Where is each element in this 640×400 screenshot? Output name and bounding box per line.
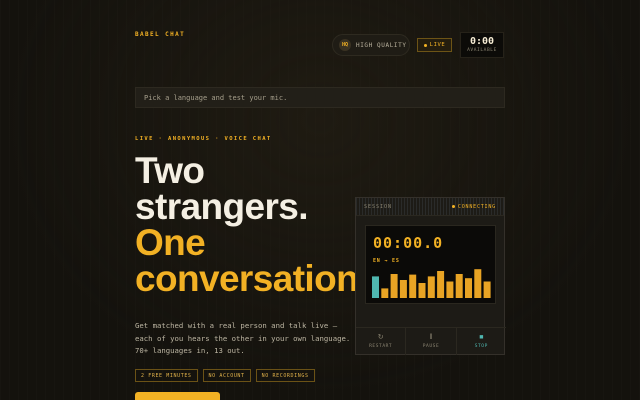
live-dot-icon [423, 43, 427, 47]
start-chat-button[interactable] [135, 392, 220, 400]
session-timer: 00:00.0 [373, 234, 444, 252]
session-controls: ↻ RESTART ‖ PAUSE ■ STOP [356, 327, 506, 355]
meter-bar [427, 276, 435, 298]
meter-bar [446, 281, 454, 298]
status-dot-icon [451, 205, 455, 208]
session-display: 00:00.0 EN → ES [365, 225, 496, 304]
stop-icon: ■ [479, 334, 484, 341]
meter-bar [418, 283, 426, 298]
live-label: LIVE [429, 42, 446, 48]
meter-bar [437, 271, 445, 298]
language-search-input[interactable] [135, 87, 505, 108]
pause-icon: ‖ [429, 334, 433, 341]
free-time-value: 0:00 [469, 36, 495, 47]
meter-bar [399, 280, 407, 298]
meter-bar [409, 274, 417, 298]
audio-level-meter [372, 269, 491, 298]
headline-line-1: Two [135, 153, 205, 191]
stop-button[interactable]: ■ STOP [457, 328, 506, 355]
status-label: CONNECTING [457, 203, 496, 210]
free-time-label: AVAILABLE [467, 48, 497, 53]
language-pair: EN → ES [373, 258, 400, 264]
tag-free-minutes: 2 FREE MINUTES [135, 369, 198, 382]
meter-bar [372, 276, 379, 298]
meter-bar [381, 288, 389, 298]
restart-icon: ↻ [377, 334, 384, 341]
pause-button[interactable]: ‖ PAUSE [406, 328, 457, 355]
session-card: SESSION CONNECTING 00:00.0 EN → ES ↻ RES… [355, 197, 506, 355]
quality-label: HIGH QUALITY [356, 41, 407, 49]
meter-bar [455, 274, 463, 298]
live-badge: LIVE [417, 38, 452, 52]
tag-no-recordings: NO RECORDINGS [255, 369, 315, 382]
quality-toggle[interactable]: HQ HIGH QUALITY [332, 34, 410, 56]
session-header: SESSION CONNECTING [356, 198, 504, 216]
session-title: SESSION [364, 203, 393, 210]
hq-icon: HQ [339, 39, 351, 51]
hero-eyebrow: LIVE · ANONYMOUS · VOICE CHAT [135, 136, 272, 142]
tag-no-account: NO ACCOUNT [202, 369, 251, 382]
meter-bar [483, 281, 491, 298]
meter-bar [390, 274, 398, 298]
restart-label: RESTART [369, 344, 393, 349]
restart-button[interactable]: ↻ RESTART [356, 328, 407, 355]
stop-label: STOP [474, 344, 488, 349]
connection-status: CONNECTING [451, 203, 496, 210]
brand-logo[interactable]: BABEL CHAT [135, 31, 185, 38]
meter-bar [474, 269, 482, 298]
feature-tags: 2 FREE MINUTES NO ACCOUNT NO RECORDINGS [135, 369, 315, 382]
pause-label: PAUSE [422, 344, 440, 349]
hero-description: Get matched with a real person and talk … [135, 321, 351, 355]
free-time-display: 0:00 AVAILABLE [460, 32, 504, 58]
meter-bar [465, 278, 472, 298]
